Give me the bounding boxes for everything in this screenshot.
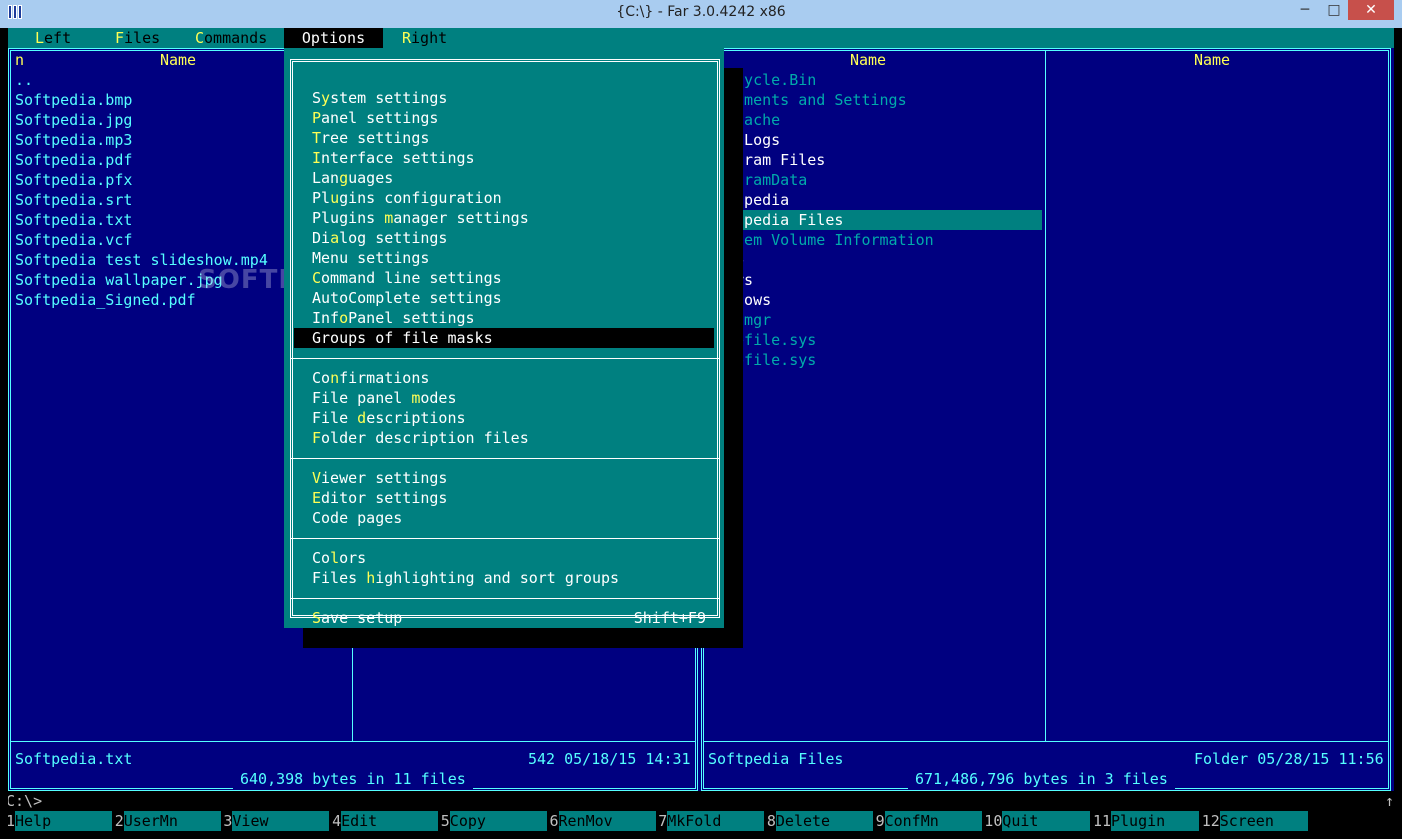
options-menu-item[interactable]: Viewer settings bbox=[294, 468, 714, 488]
left-file-item[interactable]: Softpedia.pdf bbox=[15, 150, 132, 170]
options-menu-item[interactable]: Folder description files bbox=[294, 428, 714, 448]
options-menu-item[interactable]: Colors bbox=[294, 548, 714, 568]
fkey-7[interactable]: 7 MkFold bbox=[658, 811, 766, 831]
right-panel-status-divider bbox=[704, 741, 1388, 742]
right-col1-name-header[interactable]: Name bbox=[798, 50, 938, 70]
left-status-filename: Softpedia.txt bbox=[15, 750, 133, 768]
left-panel-summary: 640,398 bytes in 11 files bbox=[233, 769, 473, 789]
options-menu-item[interactable]: Command line settings bbox=[294, 268, 714, 288]
menu-item-shortcut: Shift+F9 bbox=[633, 609, 706, 627]
title-bar: {C:\} - Far 3.0.4242 x86 ─ □ ✕ bbox=[0, 0, 1402, 28]
right-panel-summary: 671,486,796 bytes in 3 files bbox=[908, 769, 1175, 789]
options-menu-item[interactable]: Menu settings bbox=[294, 248, 714, 268]
left-file-item[interactable]: Softpedia.pfx bbox=[15, 170, 132, 190]
menu-options[interactable]: Options bbox=[284, 28, 383, 48]
fkey-9[interactable]: 9 ConfMn bbox=[875, 811, 984, 831]
options-menu-item[interactable]: Panel settings bbox=[294, 108, 714, 128]
command-prompt: C:\> bbox=[8, 792, 43, 810]
fkey-6[interactable]: 6 RenMov bbox=[549, 811, 658, 831]
options-menu-item[interactable]: Code pages bbox=[294, 508, 714, 528]
right-status-filename: Softpedia Files bbox=[708, 750, 844, 768]
maximize-button[interactable]: □ bbox=[1320, 0, 1348, 20]
options-menu-item[interactable]: File panel modes bbox=[294, 388, 714, 408]
right-file-item[interactable]: ftpedia Files bbox=[724, 210, 1042, 230]
fkey-1[interactable]: 1 Help bbox=[8, 811, 114, 831]
fkey-2[interactable]: 2 UserMn bbox=[114, 811, 223, 831]
left-file-item[interactable]: Softpedia.vcf bbox=[15, 230, 132, 250]
fkey-3[interactable]: 3 View bbox=[223, 811, 331, 831]
left-file-item[interactable]: Softpedia.srt bbox=[15, 190, 132, 210]
options-menu-item[interactable]: Save setup Shift+F9 bbox=[294, 608, 714, 628]
options-menu: System settings Panel settings Tree settin… bbox=[284, 48, 724, 628]
options-menu-item[interactable]: File descriptions bbox=[294, 408, 714, 428]
options-menu-item[interactable]: System settings bbox=[294, 88, 714, 108]
command-line[interactable]: C:\> ↑ bbox=[8, 791, 1394, 811]
menu-files[interactable]: Files bbox=[115, 28, 195, 48]
close-button[interactable]: ✕ bbox=[1348, 0, 1394, 20]
options-menu-item[interactable]: Editor settings bbox=[294, 488, 714, 508]
right-col2-name-header[interactable]: Name bbox=[1142, 50, 1282, 70]
fkey-8[interactable]: 8 Delete bbox=[766, 811, 875, 831]
options-menu-item[interactable]: Confirmations bbox=[294, 368, 714, 388]
options-menu-item[interactable]: AutoComplete settings bbox=[294, 288, 714, 308]
options-menu-item[interactable]: Tree settings bbox=[294, 128, 714, 148]
right-status-info: Folder 05/28/15 11:56 bbox=[1194, 750, 1384, 768]
options-menu-item[interactable]: InfoPanel settings bbox=[294, 308, 714, 328]
fkey-5[interactable]: 5 Copy bbox=[440, 811, 549, 831]
menu-bar: Left Files Commands Options Right bbox=[8, 28, 1394, 48]
options-menu-item[interactable]: Plugins configuration bbox=[294, 188, 714, 208]
left-file-item[interactable]: Softpedia wallpaper.jpg bbox=[15, 270, 223, 290]
fkey-12[interactable]: 12 Screen bbox=[1201, 811, 1310, 831]
options-menu-item[interactable]: Groups of file masks bbox=[294, 328, 714, 348]
options-menu-item[interactable]: Languages bbox=[294, 168, 714, 188]
left-file-item[interactable]: Softpedia.bmp bbox=[15, 90, 132, 110]
menu-right[interactable]: Right bbox=[402, 28, 482, 48]
options-menu-item[interactable]: Plugins manager settings bbox=[294, 208, 714, 228]
window-title: {C:\} - Far 3.0.4242 x86 bbox=[616, 4, 786, 20]
left-file-item[interactable]: Softpedia.txt bbox=[15, 210, 132, 230]
left-status-info: 542 05/18/15 14:31 bbox=[528, 750, 691, 768]
far-console: Left Files Commands Options Right n Name… bbox=[8, 28, 1394, 831]
left-col1-header[interactable]: n bbox=[15, 50, 35, 70]
menu-left[interactable]: Left bbox=[35, 28, 115, 48]
right-file-item[interactable]: cuments and Settings bbox=[726, 90, 907, 110]
right-file-item[interactable]: stem Volume Information bbox=[726, 230, 934, 250]
menu-separator bbox=[290, 358, 720, 359]
menu-commands[interactable]: Commands bbox=[195, 28, 285, 48]
fkey-4[interactable]: 4 Edit bbox=[332, 811, 440, 831]
left-file-item[interactable]: Softpedia_Signed.pdf bbox=[15, 290, 196, 310]
left-file-item[interactable]: Softpedia.jpg bbox=[15, 110, 132, 130]
function-key-bar: 1 Help 2 UserMn 3 View 4 Edit 5 Copy 6 RenMov 7 MkFol… bbox=[8, 811, 1394, 831]
menu-separator bbox=[290, 458, 720, 459]
options-menu-item[interactable]: Interface settings bbox=[294, 148, 714, 168]
fkey-10[interactable]: 10 Quit bbox=[984, 811, 1092, 831]
menu-separator bbox=[290, 538, 720, 539]
left-col-name-header[interactable]: Name bbox=[108, 50, 248, 70]
menu-separator bbox=[290, 598, 720, 599]
left-file-item[interactable]: Softpedia.mp3 bbox=[15, 130, 132, 150]
left-file-item[interactable]: .. bbox=[15, 70, 33, 90]
right-panel-column-divider bbox=[1045, 51, 1046, 741]
fkey-11[interactable]: 11 Plugin bbox=[1093, 811, 1201, 831]
scroll-up-indicator: ↑ bbox=[1384, 792, 1394, 810]
options-menu-item[interactable]: Files highlighting and sort groups bbox=[294, 568, 714, 588]
options-menu-item[interactable]: Dialog settings bbox=[294, 228, 714, 248]
left-panel-status-divider bbox=[11, 741, 695, 742]
minimize-button[interactable]: ─ bbox=[1290, 0, 1320, 20]
